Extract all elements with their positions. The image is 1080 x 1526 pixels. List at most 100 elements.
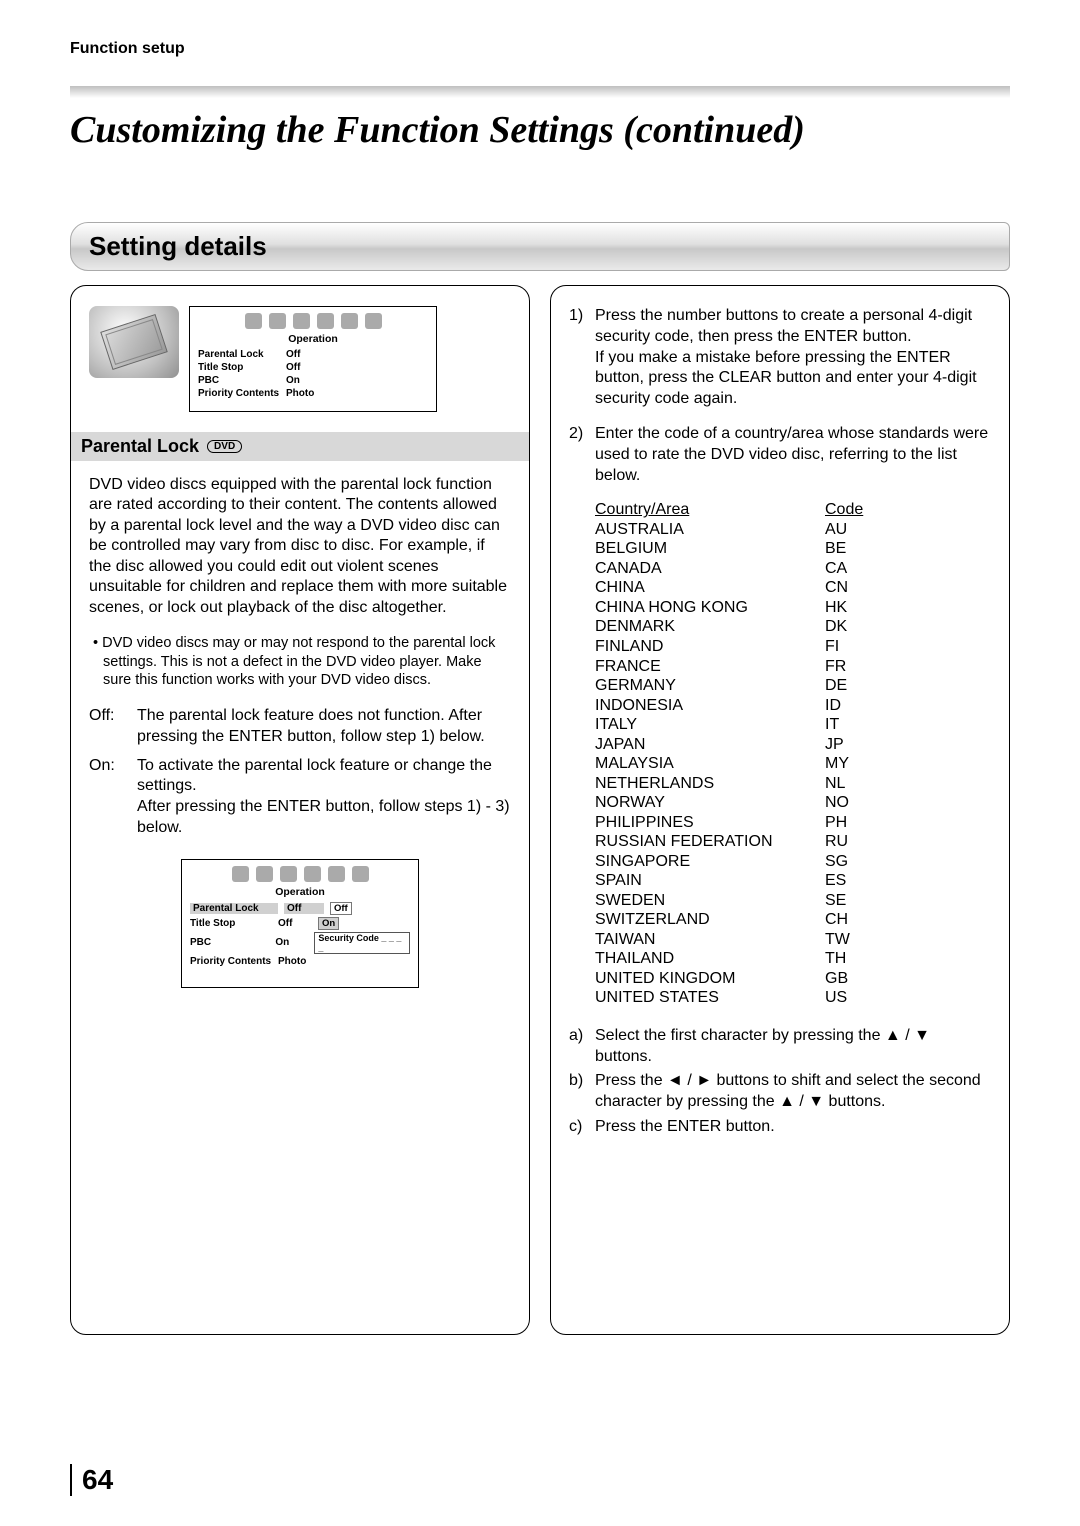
table-row: PHILIPPINESPH [595,813,991,833]
osd-row-label: PBC [190,937,269,948]
osd-row: Title StopOff [198,362,428,373]
country-code: US [825,988,885,1008]
table-row: CANADACA [595,559,991,579]
country-name: SINGAPORE [595,852,825,872]
table-row: ITALYIT [595,715,991,735]
osd-tab-icon [352,866,369,882]
osd-row: Title Stop Off On [190,917,410,930]
osd-row: Priority Contents Photo [190,956,410,967]
substep-label: b) [569,1071,595,1113]
osd-row-value: Photo [278,956,312,967]
table-row: MALAYSIAMY [595,754,991,774]
osd-tab-icon [328,866,345,882]
right-column: 1) Press the number buttons to create a … [550,285,1010,1335]
substep-c: c) Press the ENTER button. [569,1117,991,1138]
option-on-text: To activate the parental lock feature or… [137,756,511,839]
osd-row-label: Parental Lock [198,349,280,360]
table-body: AUSTRALIAAUBELGIUMBECANADACACHINACNCHINA… [595,520,991,1008]
country-name: DENMARK [595,617,825,637]
option-on-label: On: [89,756,137,839]
substep-text: Press the ◄ / ► buttons to shift and sel… [595,1071,991,1113]
table-row: INDONESIAID [595,696,991,716]
osd-security-code: Security Code _ _ _ _ [314,932,410,954]
country-code: HK [825,598,885,618]
table-row: CHINACN [595,578,991,598]
osd-rows: Parental LockOff Title StopOff PBCOn Pri… [198,349,428,399]
table-row: AUSTRALIAAU [595,520,991,540]
country-code: RU [825,832,885,852]
osd-panel-bottom: Operation Parental Lock Off Off Title St… [181,859,419,988]
table-header: Country/Area Code [595,500,991,520]
country-code: FR [825,657,885,677]
table-row: JAPANJP [595,735,991,755]
country-name: CANADA [595,559,825,579]
substep-label: a) [569,1026,595,1068]
country-code: SG [825,852,885,872]
osd-tab-icon [365,313,382,329]
country-code: ES [825,871,885,891]
osd-tab-icon [317,313,334,329]
table-row: UNITED STATESUS [595,988,991,1008]
osd-row-label: Title Stop [190,918,272,929]
option-on: On: To activate the parental lock featur… [89,756,511,839]
osd-row-label: Parental Lock [190,903,278,914]
step-text: Enter the code of a country/area whose s… [595,424,991,486]
osd-panel-top: Operation Parental LockOff Title StopOff… [189,306,437,412]
substep-text: Press the ENTER button. [595,1117,775,1138]
table-row: TAIWANTW [595,930,991,950]
country-code: DE [825,676,885,696]
table-row: FINLANDFI [595,637,991,657]
osd-tab-icon [293,313,310,329]
country-name: SPAIN [595,871,825,891]
country-code: SE [825,891,885,911]
table-row: THAILANDTH [595,949,991,969]
country-code: NL [825,774,885,794]
table-row: NORWAYNO [595,793,991,813]
osd-row-value: Off [286,362,320,373]
osd-row-value: Off [284,903,324,914]
osd-preview-row: Operation Parental LockOff Title StopOff… [89,306,511,412]
country-code: CH [825,910,885,930]
osd-row: Parental Lock Off Off [190,902,410,915]
osd-row-label: PBC [198,375,280,386]
country-code: DK [825,617,885,637]
country-code: TW [825,930,885,950]
country-name: NORWAY [595,793,825,813]
osd-tab-icons [198,313,428,329]
country-code: GB [825,969,885,989]
col-code: Code [825,500,885,520]
country-name: UNITED KINGDOM [595,969,825,989]
dvd-badge-icon: DVD [207,440,242,453]
country-code: MY [825,754,885,774]
table-row: SINGAPORESG [595,852,991,872]
table-row: NETHERLANDSNL [595,774,991,794]
page-number: 64 [70,1464,113,1496]
country-name: INDONESIA [595,696,825,716]
page-title: Customizing the Function Settings (conti… [70,108,1010,152]
country-name: TAIWAN [595,930,825,950]
step-number: 2) [569,424,595,486]
osd-tab-icon [341,313,358,329]
country-code-table: Country/Area Code AUSTRALIAAUBELGIUMBECA… [595,500,991,1007]
country-code: BE [825,539,885,559]
country-code: TH [825,949,885,969]
osd-tab-icon [256,866,273,882]
country-name: NETHERLANDS [595,774,825,794]
osd-row: Priority ContentsPhoto [198,388,428,399]
table-row: UNITED KINGDOMGB [595,969,991,989]
country-code: NO [825,793,885,813]
osd-tab-icon [269,313,286,329]
country-name: GERMANY [595,676,825,696]
country-code: PH [825,813,885,833]
osd-row-value: Off [278,918,312,929]
country-code: FI [825,637,885,657]
breadcrumb: Function setup [70,40,1010,58]
table-row: GERMANYDE [595,676,991,696]
substep-a: a) Select the first character by pressin… [569,1026,991,1068]
country-name: BELGIUM [595,539,825,559]
country-name: JAPAN [595,735,825,755]
step-1: 1) Press the number buttons to create a … [569,306,991,410]
osd-tab-icon [245,313,262,329]
country-name: MALAYSIA [595,754,825,774]
country-name: FRANCE [595,657,825,677]
